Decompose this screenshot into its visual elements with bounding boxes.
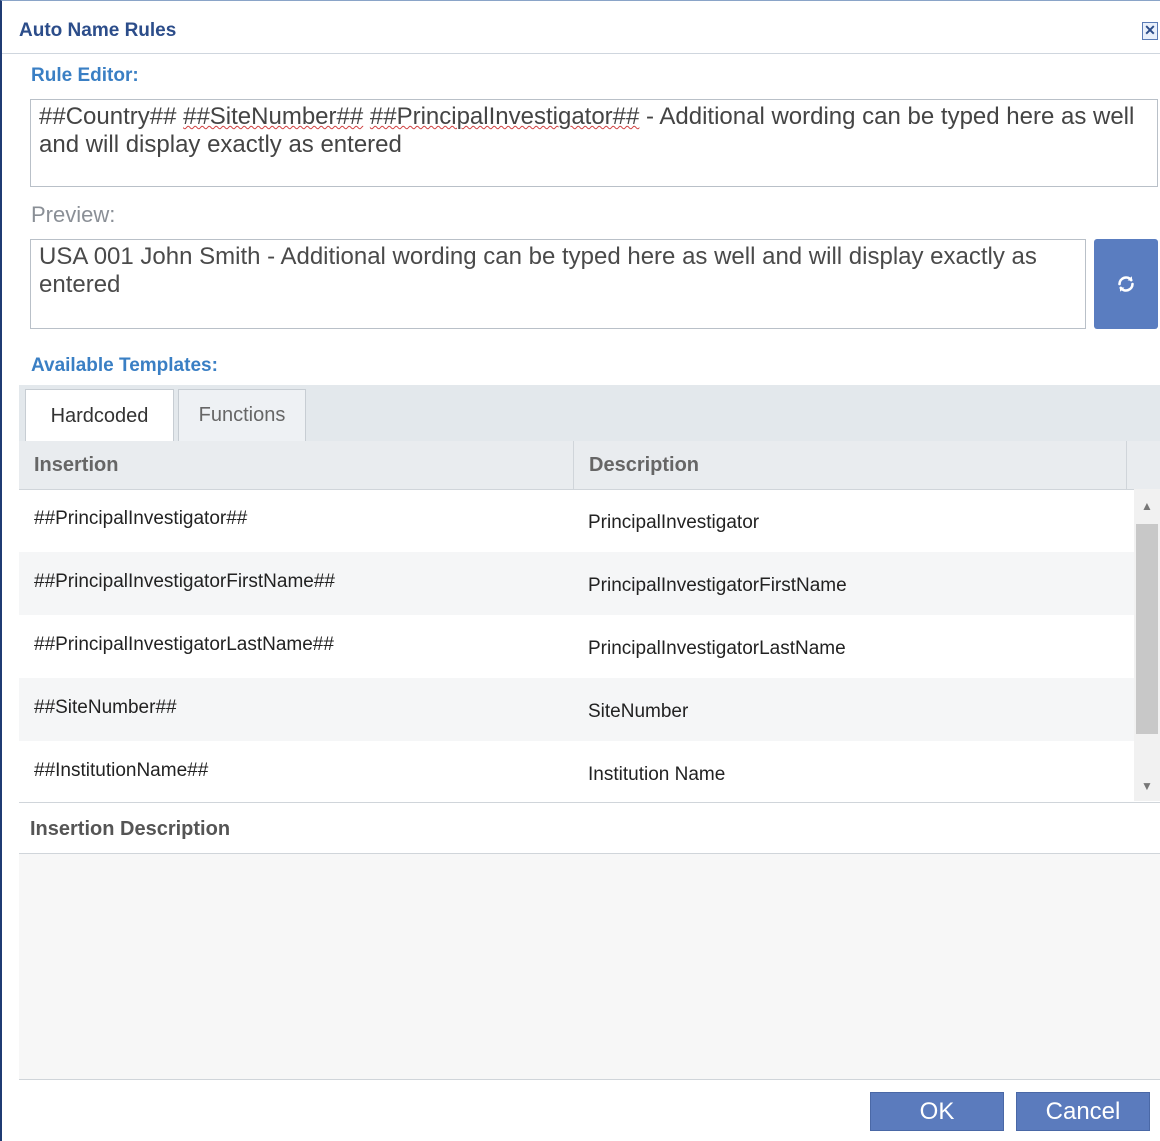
preview-field: USA 001 John Smith - Additional wording … [30, 239, 1086, 329]
tab-hardcoded[interactable]: Hardcoded [25, 389, 174, 442]
rule-editor-input[interactable]: ##Country## ##SiteNumber## ##PrincipalIn… [30, 99, 1158, 187]
table-row[interactable]: ##PrincipalInvestigatorFirstName## Princ… [19, 552, 1134, 615]
preview-label: Preview: [31, 202, 116, 227]
tab-functions[interactable]: Functions [178, 389, 306, 441]
description-cell: PrincipalInvestigator [588, 512, 760, 533]
templates-grid: ##PrincipalInvestigator## PrincipalInves… [19, 489, 1134, 801]
insertion-cell: ##PrincipalInvestigatorLastName## [34, 634, 334, 655]
table-row[interactable]: ##PrincipalInvestigator## PrincipalInves… [19, 489, 1134, 552]
dialog-title: Auto Name Rules [19, 20, 177, 41]
auto-name-rules-dialog: Auto Name Rules ✕ Rule Editor: ##Country… [0, 0, 1160, 1141]
table-row[interactable]: ##InstitutionName## Institution Name [19, 741, 1134, 801]
description-cell: PrincipalInvestigatorFirstName [588, 575, 847, 596]
insertion-cell: ##InstitutionName## [34, 760, 209, 781]
dialog-titlebar: Auto Name Rules ✕ [2, 1, 1160, 54]
refresh-icon [1118, 276, 1134, 292]
close-icon[interactable]: ✕ [1142, 22, 1158, 40]
scroll-up-icon[interactable]: ▲ [1134, 499, 1160, 513]
table-row[interactable]: ##PrincipalInvestigatorLastName## Princi… [19, 615, 1134, 678]
ok-button[interactable]: OK [870, 1092, 1004, 1131]
description-cell: Institution Name [588, 764, 726, 785]
templates-grid-header: Insertion Description [19, 441, 1160, 490]
scroll-thumb[interactable] [1136, 524, 1158, 734]
insertion-cell: ##PrincipalInvestigator## [34, 508, 248, 529]
insertion-description-panel: Insertion Description [19, 802, 1160, 1080]
column-header-description[interactable]: Description [574, 441, 1127, 489]
grid-scrollbar[interactable]: ▲ ▼ [1134, 489, 1160, 801]
insertion-description-header: Insertion Description [19, 803, 1160, 854]
cancel-button[interactable]: Cancel [1016, 1092, 1150, 1131]
column-header-insertion[interactable]: Insertion [19, 441, 574, 489]
refresh-button[interactable] [1094, 239, 1158, 329]
rule-editor-label: Rule Editor: [31, 65, 139, 86]
table-row[interactable]: ##SiteNumber## SiteNumber [19, 678, 1134, 741]
scroll-down-icon[interactable]: ▼ [1134, 779, 1160, 793]
insertion-description-label: Insertion Description [30, 818, 231, 840]
description-cell: SiteNumber [588, 701, 689, 722]
insertion-cell: ##SiteNumber## [34, 697, 177, 718]
insertion-cell: ##PrincipalInvestigatorFirstName## [34, 571, 335, 592]
available-templates-label: Available Templates: [31, 355, 218, 376]
templates-tabs: Hardcoded Functions [19, 385, 1160, 442]
description-cell: PrincipalInvestigatorLastName [588, 638, 846, 659]
